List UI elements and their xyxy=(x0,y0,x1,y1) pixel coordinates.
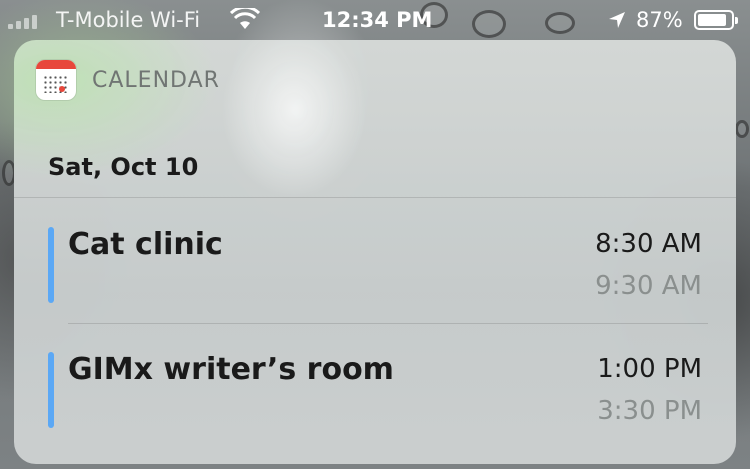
app-name: CALENDAR xyxy=(92,68,220,93)
event-start-time: 8:30 AM xyxy=(595,229,702,259)
event-item[interactable]: Cat clinic 8:30 AM 9:30 AM xyxy=(14,227,736,317)
carrier-label: T-Mobile Wi-Fi xyxy=(56,8,201,32)
divider xyxy=(68,323,708,324)
divider xyxy=(14,197,736,198)
event-title: GIMx writer’s room xyxy=(68,352,394,387)
event-end-time: 3:30 PM xyxy=(597,396,702,426)
water-droplet xyxy=(735,120,749,138)
widget-header[interactable]: CALENDAR xyxy=(14,40,736,120)
status-time: 12:34 PM xyxy=(322,8,433,32)
wifi-icon xyxy=(230,8,260,29)
calendar-widget[interactable]: CALENDAR Sat, Oct 10 Cat clinic 8:30 AM … xyxy=(14,40,736,464)
battery-icon xyxy=(694,10,738,30)
status-bar: T-Mobile Wi-Fi 12:34 PM 87% xyxy=(0,0,750,40)
battery-percent: 87% xyxy=(636,8,683,32)
calendar-app-icon xyxy=(36,60,76,100)
event-color-bar xyxy=(48,227,54,303)
battery-level-fill xyxy=(698,14,726,26)
event-end-time: 9:30 AM xyxy=(595,271,702,301)
event-title: Cat clinic xyxy=(68,227,223,262)
widget-date: Sat, Oct 10 xyxy=(48,153,199,181)
event-color-bar xyxy=(48,352,54,428)
event-start-time: 1:00 PM xyxy=(597,354,702,384)
signal-strength-icon xyxy=(8,11,37,29)
location-arrow-icon xyxy=(609,12,625,28)
event-item[interactable]: GIMx writer’s room 1:00 PM 3:30 PM xyxy=(14,352,736,442)
